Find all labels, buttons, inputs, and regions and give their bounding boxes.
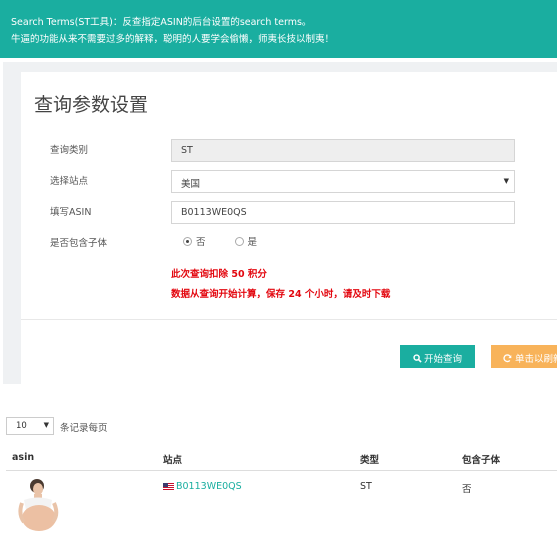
retention-notice-value: 24 bbox=[288, 289, 302, 300]
site-select[interactable]: 美国 ▼ bbox=[171, 170, 515, 193]
banner-line-2: 牛逼的功能从来不需要过多的解释，聪明的人要学会偷懒，师夷长技以制夷！ bbox=[11, 34, 335, 45]
query-type-value: ST bbox=[181, 145, 193, 156]
retention-notice-suffix: 个小时，请及时下载 bbox=[304, 289, 391, 300]
banner-line-1: Search Terms(ST工具)：反查指定ASIN的后台设置的search … bbox=[11, 17, 312, 28]
caret-down-icon: ▼ bbox=[503, 177, 509, 185]
radio-unchecked-icon[interactable] bbox=[234, 237, 244, 246]
column-header-include-child[interactable]: 包含子体 bbox=[462, 452, 500, 466]
site-label: 选择站点 bbox=[50, 176, 89, 187]
query-type-field: ST bbox=[171, 139, 515, 162]
cost-notice-value: 50 bbox=[231, 269, 245, 280]
refresh-label: 单击以刷新 bbox=[515, 354, 557, 365]
include-child-option-yes-label: 是 bbox=[247, 237, 258, 248]
asin-input[interactable]: B0113WE0QS bbox=[171, 201, 515, 224]
content-area: 查询参数设置 查询类别 ST 选择站点 美国 ▼ 填写ASIN B0113WE0… bbox=[3, 62, 557, 384]
query-settings-panel: 查询参数设置 查询类别 ST 选择站点 美国 ▼ 填写ASIN B0113WE0… bbox=[21, 72, 557, 384]
include-child-label: 是否包含子体 bbox=[50, 238, 108, 249]
site-select-value: 美国 bbox=[181, 179, 201, 190]
start-query-label: 开始查询 bbox=[423, 354, 462, 365]
panel-divider bbox=[21, 319, 557, 320]
page-length-value: 10 bbox=[16, 421, 27, 431]
table-header-divider bbox=[6, 470, 557, 471]
caret-down-icon: ▼ bbox=[43, 421, 49, 429]
product-image[interactable] bbox=[10, 478, 66, 532]
column-header-type[interactable]: 类型 bbox=[360, 452, 379, 466]
start-query-button[interactable]: 开始查询 bbox=[400, 345, 475, 368]
column-header-site[interactable]: 站点 bbox=[163, 452, 182, 466]
table-cell-include-child: 否 bbox=[462, 484, 472, 495]
include-child-radio-group: 否 是 bbox=[183, 234, 283, 248]
retention-notice-prefix: 数据从查询开始计算，保存 bbox=[171, 289, 286, 300]
page-length-select[interactable]: 10 ▼ bbox=[6, 417, 54, 435]
query-type-label: 查询类别 bbox=[50, 145, 89, 156]
table-cell-type: ST bbox=[360, 481, 372, 492]
site-asin-link[interactable]: B0113WE0QS bbox=[176, 481, 242, 492]
column-header-asin[interactable]: asin bbox=[12, 452, 34, 463]
refresh-button[interactable]: 单击以刷新 bbox=[491, 345, 557, 368]
cost-notice: 此次查询扣除 50 积分 bbox=[171, 266, 267, 280]
us-flag-icon bbox=[163, 483, 174, 490]
table-cell-site[interactable]: B0113WE0QS bbox=[163, 481, 242, 492]
cost-notice-suffix: 积分 bbox=[247, 269, 267, 280]
asin-input-value: B0113WE0QS bbox=[181, 207, 247, 218]
asin-label: 填写ASIN bbox=[50, 207, 92, 218]
include-child-option-yes[interactable]: 是 bbox=[234, 234, 258, 248]
refresh-icon bbox=[503, 354, 512, 363]
page-title: 查询参数设置 bbox=[34, 94, 149, 116]
page-length-text: 条记录每页 bbox=[60, 423, 108, 434]
cost-notice-prefix: 此次查询扣除 bbox=[171, 269, 229, 280]
info-banner: Search Terms(ST工具)：反查指定ASIN的后台设置的search … bbox=[0, 0, 557, 58]
include-child-option-no[interactable]: 否 bbox=[183, 234, 206, 248]
radio-checked-icon[interactable] bbox=[183, 237, 192, 246]
retention-notice: 数据从查询开始计算，保存 24 个小时，请及时下载 bbox=[171, 286, 390, 300]
include-child-option-no-label: 否 bbox=[196, 237, 206, 248]
search-icon bbox=[413, 354, 422, 363]
